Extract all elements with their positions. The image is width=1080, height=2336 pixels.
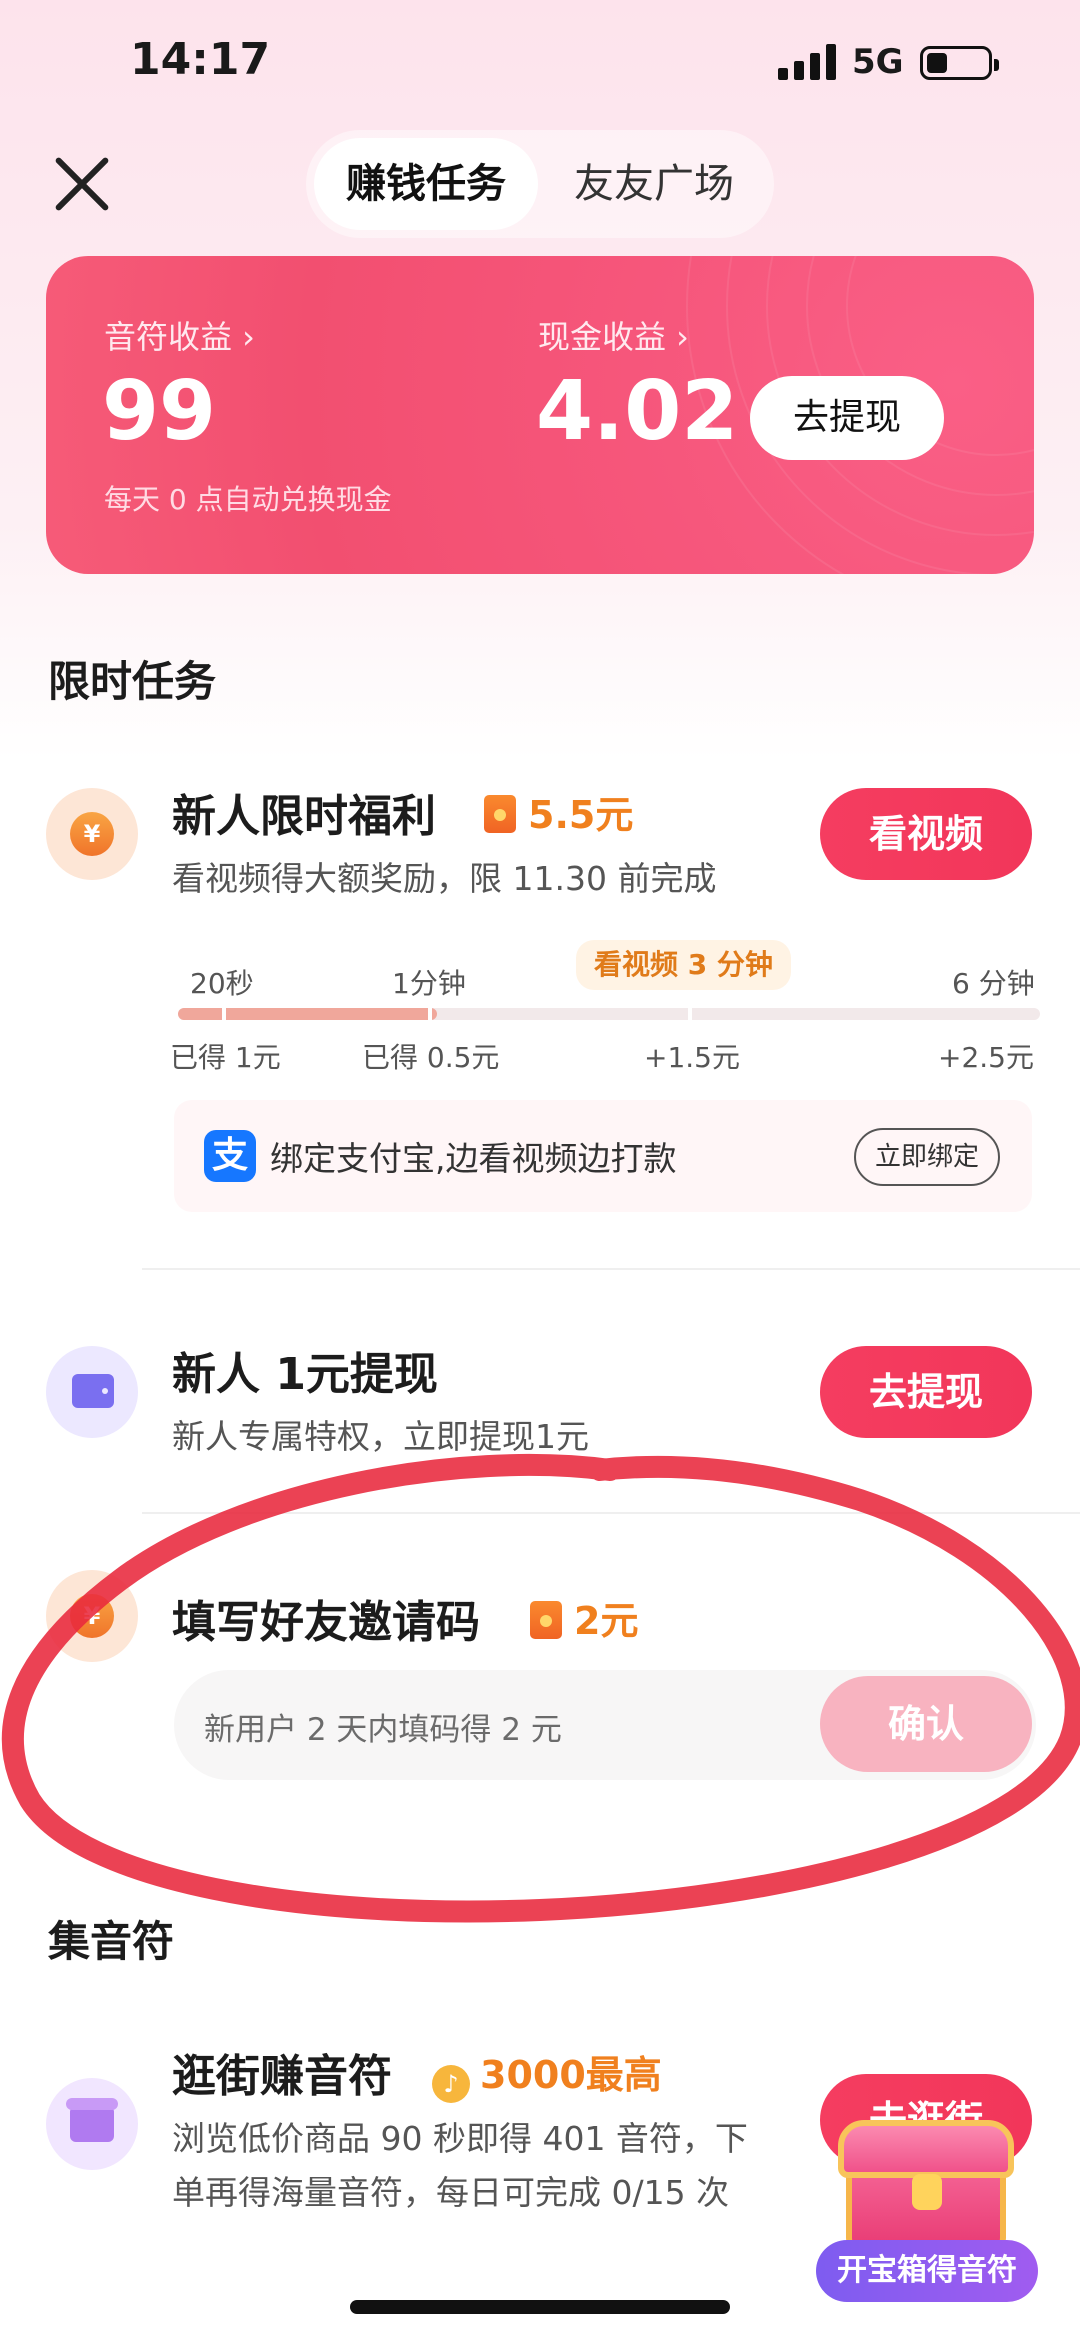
progress-current-bubble: 看视频 3 分钟 — [576, 940, 791, 990]
invite-code-field[interactable]: 新用户 2 天内填码得 2 元 确认 — [174, 1670, 1036, 1780]
progress-step-label: 20秒 — [190, 967, 254, 1000]
open-chest-button[interactable]: 开宝箱得音符 — [816, 2240, 1038, 2302]
task-desc-shop-line2: 单再得海量音符，每日可完成 0/15 次 — [172, 2173, 730, 2212]
battery-icon — [920, 46, 999, 80]
home-indicator — [350, 2300, 730, 2314]
red-packet-icon — [484, 795, 516, 833]
shop-icon — [46, 2078, 138, 2170]
task-desc-newbie: 看视频得大额奖励，限 11.30 前完成 — [172, 859, 717, 898]
cash-earnings-link[interactable]: 现金收益 › — [538, 312, 689, 358]
coin-icon: ¥ — [46, 788, 138, 880]
progress-step-reward: +1.5元 — [644, 1041, 740, 1074]
task-title-invite: 填写好友邀请码 — [172, 1597, 480, 1648]
progress-step-reward: 已得 0.5元 — [362, 1041, 500, 1074]
tab-earn-tasks[interactable]: 赚钱任务 — [314, 138, 538, 230]
divider — [142, 1268, 1080, 1270]
progress-step-label: 1分钟 — [392, 967, 466, 1000]
alipay-bind-text: 绑定支付宝,边看视频边打款 — [270, 1139, 677, 1178]
network-label: 5G — [852, 42, 904, 82]
music-note-icon: ♪ — [432, 2065, 470, 2103]
coin-icon: ¥ — [46, 1570, 138, 1662]
progress-step-reward: +2.5元 — [938, 1041, 1034, 1074]
tab-switcher: 赚钱任务 友友广场 — [306, 130, 774, 238]
task-title-newbie: 新人限时福利 — [172, 791, 436, 842]
cash-earnings-value: 4.02 — [536, 364, 739, 459]
task-title-withdraw: 新人 1元提现 — [172, 1349, 438, 1400]
status-time: 14:17 — [130, 34, 271, 85]
alipay-icon: 支 — [204, 1130, 256, 1182]
note-earnings-value: 99 — [102, 364, 217, 459]
withdraw-button[interactable]: 去提现 — [750, 376, 944, 460]
progress-step-reward: 已得 1元 — [170, 1041, 281, 1074]
bind-now-button[interactable]: 立即绑定 — [854, 1128, 1000, 1186]
progress-step-label: 6 分钟 — [952, 967, 1035, 1000]
section-title-limited: 限时任务 — [48, 657, 217, 706]
task-reward-newbie: 5.5元 — [484, 784, 633, 839]
confirm-button[interactable]: 确认 — [820, 1676, 1032, 1772]
note-exchange-hint: 每天 0 点自动兑换现金 — [104, 483, 392, 516]
task-reward-shop: ♪ 3000最高 — [432, 2044, 662, 2103]
progress-bar-fill — [178, 1008, 437, 1020]
divider — [142, 1512, 1080, 1514]
task-title-shop: 逛街赚音符 — [172, 2051, 392, 2102]
signal-icon — [778, 44, 836, 80]
withdraw-one-yuan-button[interactable]: 去提现 — [820, 1346, 1032, 1438]
watch-video-button[interactable]: 看视频 — [820, 788, 1032, 880]
invite-code-placeholder: 新用户 2 天内填码得 2 元 — [204, 1712, 562, 1748]
note-earnings-link[interactable]: 音符收益 › — [104, 312, 255, 358]
section-title-notes: 集音符 — [48, 1917, 175, 1966]
wallet-icon — [46, 1346, 138, 1438]
alipay-bind-banner[interactable]: 支 绑定支付宝,边看视频边打款 立即绑定 — [174, 1100, 1032, 1212]
earnings-card: 音符收益 › 99 每天 0 点自动兑换现金 现金收益 › 4.02 去提现 — [46, 256, 1034, 574]
task-reward-invite: 2元 — [530, 1590, 638, 1645]
close-icon[interactable] — [50, 152, 114, 216]
task-desc-withdraw: 新人专属特权，立即提现1元 — [172, 1417, 589, 1456]
tab-friend-square[interactable]: 友友广场 — [542, 138, 766, 230]
red-packet-icon — [530, 1601, 562, 1639]
task-desc-shop-line1: 浏览低价商品 90 秒即得 401 音符，下 — [172, 2119, 748, 2158]
progress-bar — [178, 1008, 1040, 1020]
